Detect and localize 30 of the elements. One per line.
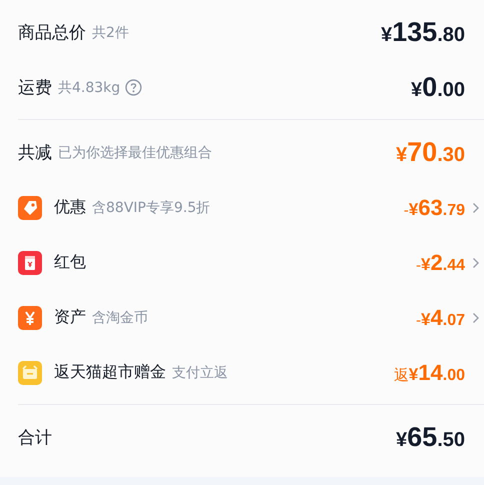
- price: -¥4.07: [416, 304, 465, 330]
- price: ¥0.00: [411, 72, 465, 103]
- price: -¥2.44: [416, 250, 465, 276]
- row-note: 含88VIP专享9.5折: [92, 198, 210, 216]
- gift-box-icon: [18, 360, 42, 384]
- row-label: 红包: [54, 252, 86, 273]
- price: 返¥14.00: [394, 360, 465, 386]
- help-icon[interactable]: [125, 79, 142, 96]
- row-label: 运费: [18, 77, 52, 99]
- row-label: 商品总价: [18, 22, 86, 44]
- row-label: 优惠: [54, 197, 86, 218]
- row-note: 已为你选择最佳优惠组合: [58, 144, 212, 162]
- row-label: 合计: [18, 427, 52, 449]
- row-note: 共2件: [92, 24, 129, 42]
- price: ¥65.50: [396, 422, 465, 453]
- yen-icon: [18, 306, 42, 330]
- row-label: 共减: [18, 142, 52, 164]
- chevron-icon[interactable]: [472, 312, 480, 324]
- row-label: 返天猫超市赠金: [54, 362, 166, 383]
- price: ¥70.30: [396, 137, 465, 168]
- envelope-icon: [18, 250, 42, 274]
- row-note: 共4.83kg: [58, 78, 120, 96]
- row-note: 支付立返: [172, 364, 228, 382]
- price: ¥135.80: [381, 17, 465, 48]
- price: -¥63.79: [404, 194, 465, 220]
- row-label: 资产: [54, 307, 86, 328]
- chevron-icon[interactable]: [472, 256, 480, 268]
- chevron-icon[interactable]: [472, 202, 480, 214]
- row-note: 含淘金币: [92, 308, 148, 326]
- tag-icon: [18, 196, 42, 220]
